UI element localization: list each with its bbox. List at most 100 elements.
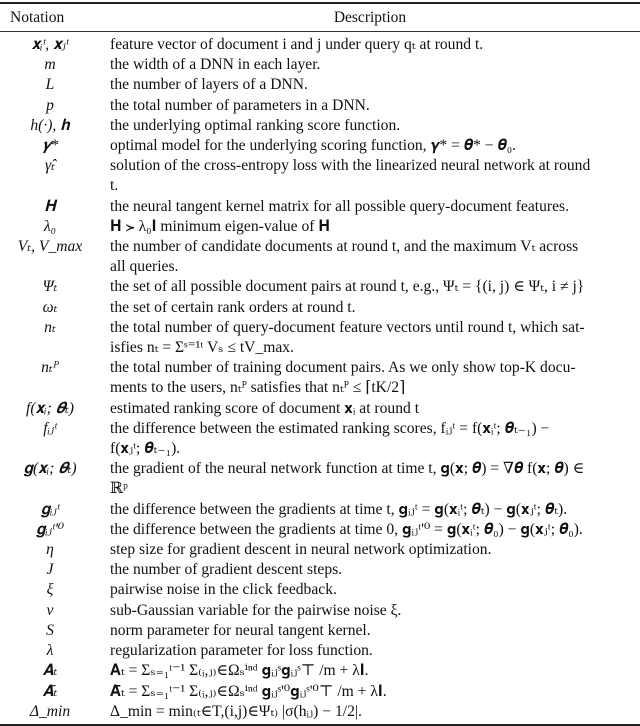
notation-description: the set of certain rank orders at round … — [110, 298, 640, 318]
table-row: Snorm parameter for neural tangent kerne… — [0, 621, 640, 641]
notation-symbol: γ̂ₜ — [45, 157, 55, 175]
notation-description: the difference between the gradients at … — [110, 500, 640, 520]
notation-symbol: Ψₜ — [42, 278, 58, 296]
notation-description: step size for gradient descent in neural… — [110, 540, 640, 560]
notation-symbol: h(·), 𝐡 — [30, 116, 70, 134]
notation-symbol: 𝐀ₜ — [42, 662, 58, 680]
notation-description: 𝐀̄ₜ = Σₛ₌₁ᵗ⁻¹ Σ₍ᵢ,ⱼ₎∈Ωₛⁱⁿᵈ 𝐠ᵢⱼˢ'⁰𝐠ᵢⱼˢ'⁰⊤… — [110, 682, 640, 702]
header-notation: Notation — [10, 8, 65, 26]
table-row: h(·), 𝐡 the underlying optimal ranking sc… — [0, 116, 640, 136]
description-line: the set of certain rank orders at round … — [110, 298, 356, 316]
notation-description: 𝐇 ≻ λ₀𝐈 minimum eigen-value of 𝐇 — [110, 217, 640, 237]
description-line: the number of layers of a DNN. — [110, 76, 308, 94]
notation-symbol: ν — [46, 601, 54, 619]
notation-symbol: ξ — [46, 581, 54, 599]
description-line: ℝᵖ — [110, 480, 128, 498]
table-row: 𝐇the neural tangent kernel matrix for al… — [0, 197, 640, 217]
notation-description: the underlying optimal ranking score fun… — [110, 116, 640, 136]
table-row: Jthe number of gradient descent steps. — [0, 560, 640, 580]
table-row: Vₜ, V_max the number of candidate documen… — [0, 237, 640, 277]
notation-symbol: nₜ — [44, 318, 56, 336]
description-line: regularization parameter for loss functi… — [110, 642, 373, 660]
description-line: the underlying optimal ranking score fun… — [110, 116, 401, 134]
notation-description: the neural tangent kernel matrix for all… — [110, 197, 640, 217]
notation-description: pairwise noise in the click feedback. — [110, 580, 640, 600]
description-line: the difference between the gradients at … — [110, 520, 583, 538]
notation-symbol: nₜᴾ — [41, 359, 59, 377]
description-line: the number of gradient descent steps. — [110, 561, 343, 579]
notation-symbol: p — [46, 96, 54, 114]
description-line: Δ_min = min₍ₜ∈T,(i,j)∈Ψₜ₎ |σ(hᵢⱼ) − 1/2|… — [110, 702, 362, 720]
notation-symbol: Δ_min — [29, 702, 71, 720]
description-line: pairwise noise in the click feedback. — [110, 581, 337, 599]
notation-symbol: λ — [46, 642, 54, 660]
table-row: 𝐠(𝐱ᵢ; 𝜽ₜ) the gradient of the neural netw… — [0, 459, 640, 499]
notation-description: regularization parameter for loss functi… — [110, 641, 640, 661]
description-line: 𝐀̄ₜ = Σₛ₌₁ᵗ⁻¹ Σ₍ᵢ,ⱼ₎∈Ωₛⁱⁿᵈ 𝐠ᵢⱼˢ'⁰𝐠ᵢⱼˢ'⁰⊤… — [110, 682, 387, 700]
table-row: nₜᴾ the total number of training document… — [0, 358, 640, 398]
description-line: sub-Gaussian variable for the pairwise n… — [110, 601, 402, 619]
table-row: ν sub-Gaussian variable for the pairwise … — [0, 601, 640, 621]
description-line: the neural tangent kernel matrix for all… — [110, 197, 569, 215]
description-line: the difference between the estimated ran… — [110, 419, 550, 437]
description-line: the difference between the gradients at … — [110, 500, 568, 518]
notation-symbol: 𝐇 — [44, 197, 56, 215]
table-row: nₜ the total number of query-document fea… — [0, 318, 640, 358]
description-line: step size for gradient descent in neural… — [110, 541, 492, 559]
table-row: fᵢⱼᵗ the difference between the estimated… — [0, 419, 640, 459]
notation-description: the set of all possible document pairs a… — [110, 277, 640, 297]
description-line: the total number of query-document featu… — [110, 318, 585, 336]
notation-description: the difference between the estimated ran… — [110, 419, 640, 459]
description-line: solution of the cross-entropy loss with … — [110, 157, 591, 175]
notation-symbol: f(𝐱ᵢ; 𝜽ₜ) — [26, 399, 74, 417]
notation-symbol: Vₜ, V_max — [17, 238, 83, 256]
table-row: ξ pairwise noise in the click feedback. — [0, 580, 640, 600]
notation-description: the number of layers of a DNN. — [110, 75, 640, 95]
table-row: 𝜸* optimal model for the underlying scori… — [0, 136, 640, 156]
notation-description: sub-Gaussian variable for the pairwise n… — [110, 601, 640, 621]
notation-symbol: fᵢⱼᵗ — [43, 419, 57, 437]
notation-description: the total number of query-document featu… — [110, 318, 640, 358]
description-line: ments to the users, nₜᴾ satisfies that n… — [110, 379, 406, 397]
table-row: 𝐀̄ₜ 𝐀̄ₜ = Σₛ₌₁ᵗ⁻¹ Σ₍ᵢ,ⱼ₎∈Ωₛⁱⁿᵈ 𝐠ᵢⱼˢ'⁰𝐠ᵢⱼˢ… — [0, 682, 640, 702]
notation-description: the difference between the gradients at … — [110, 520, 640, 540]
description-line: feature vector of document i and j under… — [110, 36, 484, 53]
table-row: 𝐠ᵢⱼᵗ'⁰ the difference between the gradien… — [0, 520, 640, 540]
table-row: γ̂ₜ solution of the cross-entropy loss wi… — [0, 156, 640, 196]
table-row: 𝐀ₜ 𝐀ₜ = Σₛ₌₁ᵗ⁻¹ Σ₍ᵢ,ⱼ₎∈Ωₛⁱⁿᵈ 𝐠ᵢⱼˢ𝐠ᵢⱼˢ⊤ /m… — [0, 661, 640, 681]
table-row: Lthe number of layers of a DNN. — [0, 75, 640, 95]
description-line: 𝐇 ≻ λ₀𝐈 minimum eigen-value of 𝐇 — [110, 217, 331, 235]
table-row: λ₀ 𝐇 ≻ λ₀𝐈 minimum eigen-value of 𝐇 — [0, 217, 640, 237]
table-row: Δ_min Δ_min = min₍ₜ∈T,(i,j)∈Ψₜ₎ |σ(hᵢⱼ) −… — [0, 702, 640, 722]
table-row: λ regularization parameter for loss funct… — [0, 641, 640, 661]
notation-description: optimal model for the underlying scoring… — [110, 136, 640, 156]
description-line: f(𝐱ⱼᵗ; 𝜽ₜ₋₁). — [110, 440, 181, 458]
header-description: Description — [333, 8, 407, 26]
table-row: m the width of a DNN in each layer. — [0, 55, 640, 75]
description-line: t. — [110, 177, 119, 195]
notation-description: the total number of parameters in a DNN. — [110, 96, 640, 116]
description-line: all queries. — [110, 258, 179, 276]
notation-description: 𝐀ₜ = Σₛ₌₁ᵗ⁻¹ Σ₍ᵢ,ⱼ₎∈Ωₛⁱⁿᵈ 𝐠ᵢⱼˢ𝐠ᵢⱼˢ⊤ /m +… — [110, 661, 640, 681]
notation-description: Δ_min = min₍ₜ∈T,(i,j)∈Ψₜ₎ |σ(hᵢⱼ) − 1/2|… — [110, 702, 640, 722]
table-row: ωₜ the set of certain rank orders at roun… — [0, 298, 640, 318]
description-line: the total number of training document pa… — [110, 359, 576, 377]
notation-symbol: 𝐠ᵢⱼᵗ'⁰ — [35, 520, 65, 538]
notation-description: the number of gradient descent steps. — [110, 560, 640, 580]
table-body: 𝐱ᵢᵗ, 𝐱ⱼᵗ feature vector of document i and… — [0, 32, 640, 724]
notation-description: estimated ranking score of document 𝐱ᵢ a… — [110, 399, 640, 419]
table-row: 𝐠ᵢⱼᵗ the difference between the gradients… — [0, 500, 640, 520]
notation-table: Notation Description 𝐱ᵢᵗ, 𝐱ⱼᵗ feature vec… — [0, 2, 640, 726]
description-line: norm parameter for neural tangent kernel… — [110, 621, 371, 639]
description-line: the width of a DNN in each layer. — [110, 56, 321, 74]
notation-description: the number of candidate documents at rou… — [110, 237, 640, 277]
notation-description: the width of a DNN in each layer. — [110, 55, 640, 75]
notation-symbol: 𝐠ᵢⱼᵗ — [40, 500, 60, 518]
notation-symbol: 𝐠(𝐱ᵢ; 𝜽ₜ) — [23, 460, 77, 478]
notation-symbol: 𝐱ᵢᵗ, 𝐱ⱼᵗ — [31, 36, 69, 53]
notation-symbol: m — [44, 56, 56, 74]
notation-symbol: 𝜸* — [41, 137, 59, 155]
notation-symbol: L — [45, 76, 55, 94]
description-line: estimated ranking score of document 𝐱ᵢ a… — [110, 399, 420, 417]
description-line: 𝐀ₜ = Σₛ₌₁ᵗ⁻¹ Σ₍ᵢ,ⱼ₎∈Ωₛⁱⁿᵈ 𝐠ᵢⱼˢ𝐠ᵢⱼˢ⊤ /m +… — [110, 662, 369, 680]
